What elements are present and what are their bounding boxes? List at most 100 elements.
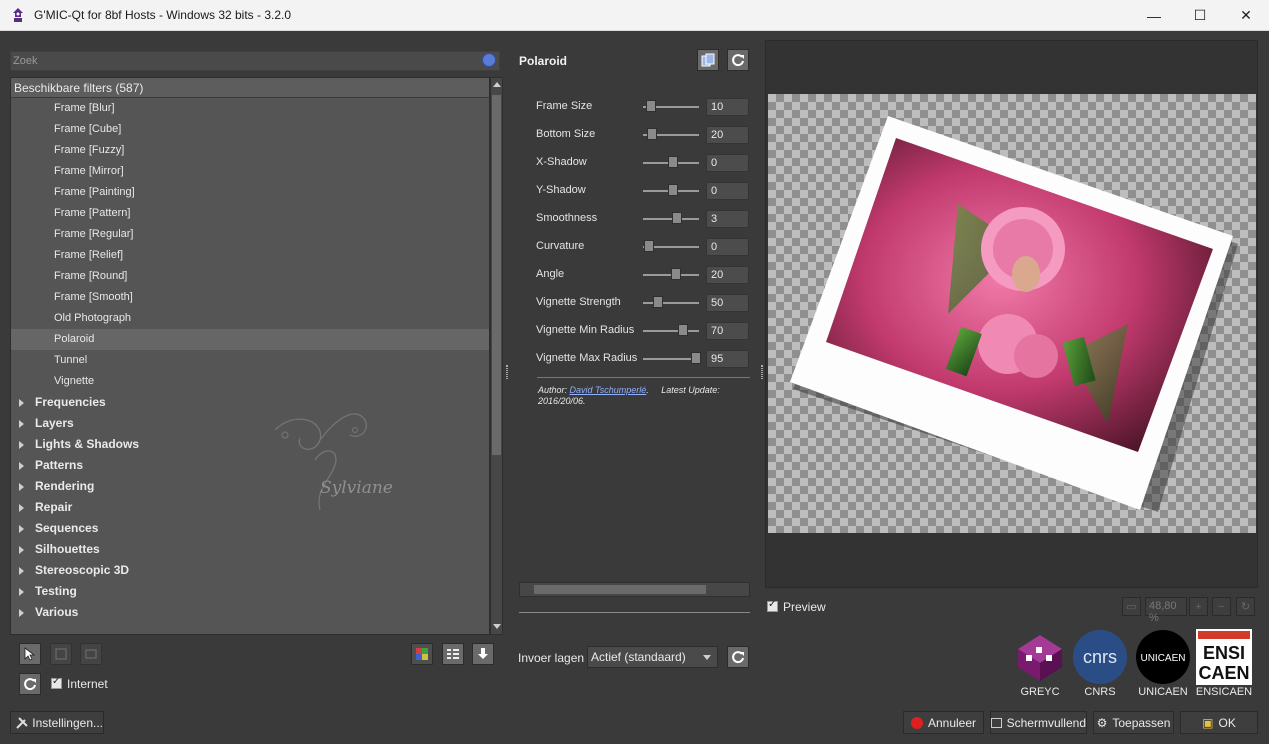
list-view-icon[interactable] — [442, 643, 464, 665]
param-value-input[interactable]: 70 — [706, 322, 749, 340]
refresh-icon[interactable] — [19, 673, 41, 695]
cancel-label: Annuleer — [927, 715, 977, 730]
copy-to-clipboard-icon[interactable] — [697, 49, 719, 71]
tree-category[interactable]: Stereoscopic 3D — [11, 560, 489, 581]
internet-checkbox[interactable] — [51, 676, 62, 689]
scroll-up-icon[interactable] — [492, 80, 501, 90]
param-value-input[interactable]: 20 — [706, 126, 749, 144]
ok-button[interactable]: ▣ OK — [1180, 711, 1258, 734]
param-value-input[interactable]: 10 — [706, 98, 749, 116]
tree-item[interactable]: Vignette — [11, 371, 489, 392]
tree-category[interactable]: Silhouettes — [11, 539, 489, 560]
expand-arrow-icon[interactable] — [19, 546, 24, 554]
close-button[interactable]: ✕ — [1223, 0, 1269, 31]
expand-arrow-icon[interactable] — [19, 441, 24, 449]
expand-arrow-icon[interactable] — [19, 588, 24, 596]
filter-tree[interactable]: Beschikbare filters (587) Frame [Blur] F… — [10, 77, 490, 635]
expand-arrow-icon[interactable] — [19, 567, 24, 575]
param-value-input[interactable]: 20 — [706, 266, 749, 284]
author-link[interactable]: David Tschumperlé — [570, 385, 647, 395]
expand-arrow-icon[interactable] — [19, 525, 24, 533]
slider-handle[interactable] — [668, 156, 678, 168]
greyc-logo[interactable] — [1012, 629, 1068, 685]
refresh-layers-icon[interactable] — [727, 646, 749, 668]
slider-handle[interactable] — [653, 296, 663, 308]
tree-scrollbar[interactable] — [490, 77, 503, 635]
settings-button[interactable]: Instellingen... — [10, 711, 104, 734]
fullscreen-button[interactable]: Schermvullend — [990, 711, 1087, 734]
reset-params-icon[interactable] — [727, 49, 749, 71]
rename-fave-icon[interactable] — [50, 643, 72, 665]
ensicaen-logo[interactable]: ENSI CAEN — [1196, 629, 1252, 685]
tree-item[interactable]: Frame [Mirror] — [11, 161, 489, 182]
input-layers-select[interactable]: Actief (standaard) — [587, 646, 718, 668]
add-fave-icon[interactable] — [19, 643, 41, 665]
slider-handle[interactable] — [672, 212, 682, 224]
param-value-input[interactable]: 50 — [706, 294, 749, 312]
tree-item[interactable]: Frame [Painting] — [11, 182, 489, 203]
preview-checkbox[interactable] — [767, 599, 778, 612]
slider-handle[interactable] — [678, 324, 688, 336]
expand-arrow-icon[interactable] — [19, 483, 24, 491]
selective-filters-icon[interactable] — [411, 643, 433, 665]
input-layers-value: Actief (standaard) — [591, 650, 686, 664]
slider-handle[interactable] — [691, 352, 701, 364]
tree-item[interactable]: Frame [Relief] — [11, 245, 489, 266]
expand-arrow-icon[interactable] — [19, 420, 24, 428]
slider-track[interactable] — [643, 330, 699, 332]
slider-handle[interactable] — [671, 268, 681, 280]
search-icon[interactable] — [482, 53, 496, 67]
zoom-level[interactable]: 48,80 % — [1145, 597, 1187, 624]
zoom-out-icon[interactable]: − — [1212, 597, 1231, 616]
slider-handle[interactable] — [646, 100, 656, 112]
tree-item[interactable]: Frame [Cube] — [11, 119, 489, 140]
expand-arrow-icon[interactable] — [19, 504, 24, 512]
scrollbar-thumb[interactable] — [492, 95, 501, 455]
svg-text:CAEN: CAEN — [1198, 663, 1249, 683]
param-value-input[interactable]: 0 — [706, 154, 749, 172]
tree-item[interactable]: Old Photograph — [11, 308, 489, 329]
tree-category[interactable]: Sequences — [11, 518, 489, 539]
apply-button[interactable]: ⚙ Toepassen — [1093, 711, 1174, 734]
params-hscrollbar[interactable] — [519, 582, 750, 597]
splitter-handle[interactable] — [761, 365, 763, 379]
slider-handle[interactable] — [644, 240, 654, 252]
param-value-input[interactable]: 0 — [706, 238, 749, 256]
zoom-fit-icon[interactable]: ▭ — [1122, 597, 1141, 616]
cnrs-logo[interactable]: cnrs — [1072, 629, 1128, 685]
tree-item[interactable]: Frame [Pattern] — [11, 203, 489, 224]
zoom-in-icon[interactable]: + — [1189, 597, 1208, 616]
scroll-down-icon[interactable] — [492, 622, 501, 632]
tree-item[interactable]: Tunnel — [11, 350, 489, 371]
tree-item[interactable]: Frame [Smooth] — [11, 287, 489, 308]
expand-arrow-icon[interactable] — [19, 462, 24, 470]
unicaen-logo[interactable]: UNICAEN — [1135, 629, 1191, 685]
minimize-button[interactable]: — — [1131, 0, 1177, 31]
tree-item[interactable]: Frame [Regular] — [11, 224, 489, 245]
maximize-button[interactable]: ☐ — [1177, 0, 1223, 31]
slider-handle[interactable] — [668, 184, 678, 196]
tree-item[interactable]: Frame [Blur] — [11, 98, 489, 119]
tree-category[interactable]: Testing — [11, 581, 489, 602]
tree-item-selected[interactable]: Polaroid — [11, 329, 489, 350]
slider-handle[interactable] — [647, 128, 657, 140]
polaroid-preview-image — [790, 116, 1238, 512]
zoom-reset-icon[interactable]: ↻ — [1236, 597, 1255, 616]
search-input[interactable]: Zoek — [10, 51, 500, 71]
scrollbar-thumb[interactable] — [534, 585, 706, 594]
param-value-input[interactable]: 95 — [706, 350, 749, 368]
remove-fave-icon[interactable] — [80, 643, 102, 665]
slider-track[interactable] — [643, 218, 699, 220]
tree-category[interactable]: Various — [11, 602, 489, 623]
cancel-button[interactable]: Annuleer — [903, 711, 984, 734]
param-value-input[interactable]: 0 — [706, 182, 749, 200]
splitter-handle[interactable] — [506, 365, 508, 379]
slider-track[interactable] — [643, 302, 699, 304]
expand-arrow-icon[interactable] — [19, 399, 24, 407]
param-value-input[interactable]: 3 — [706, 210, 749, 228]
tree-item[interactable]: Frame [Round] — [11, 266, 489, 287]
preview-canvas[interactable] — [768, 94, 1256, 533]
tree-item[interactable]: Frame [Fuzzy] — [11, 140, 489, 161]
expand-arrow-icon[interactable] — [19, 609, 24, 617]
download-icon[interactable] — [472, 643, 494, 665]
